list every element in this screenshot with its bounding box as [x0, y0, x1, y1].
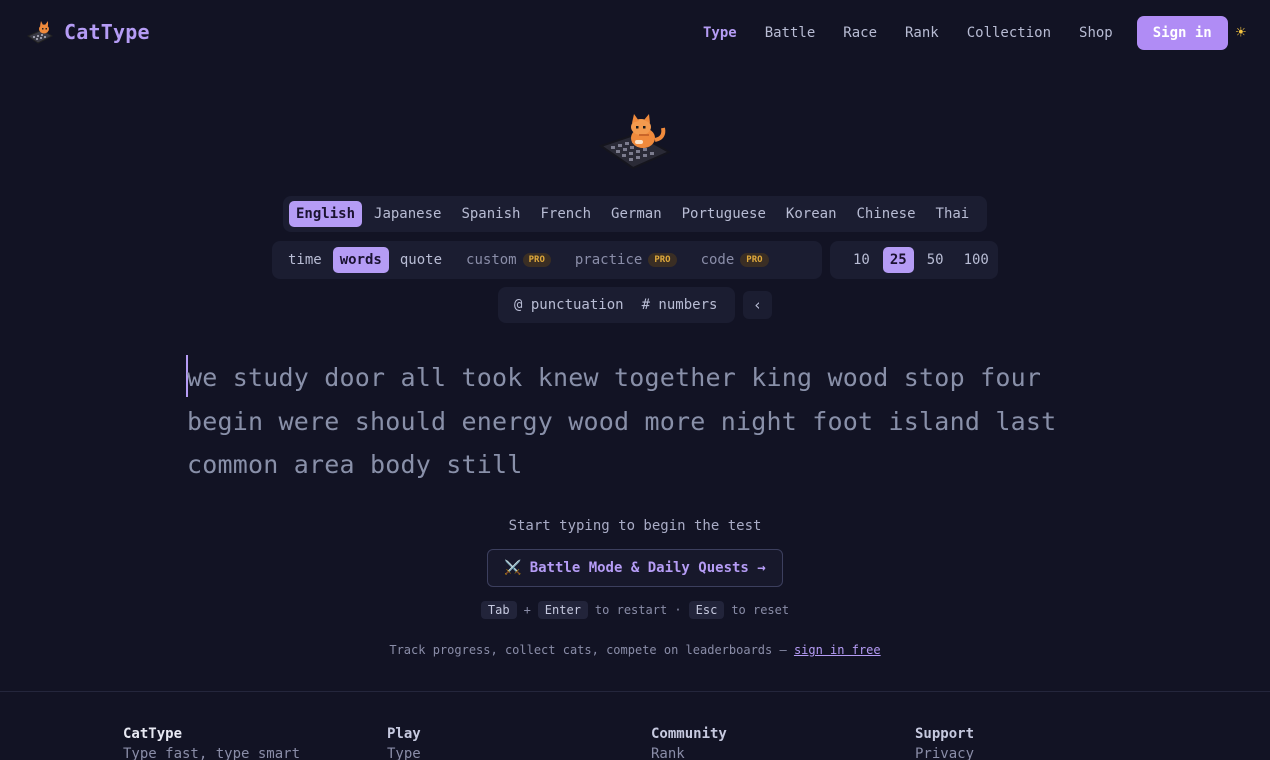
- typing-words[interactable]: we study door all took knew together kin…: [187, 356, 1087, 487]
- reset-text: to reset: [731, 603, 790, 617]
- pro-badge: PRO: [740, 253, 769, 267]
- sun-icon[interactable]: ☀: [1236, 23, 1246, 43]
- sign-in-free-link[interactable]: sign in free: [794, 643, 881, 657]
- lang-spanish[interactable]: Spanish: [454, 201, 527, 227]
- options-bar: @ punctuation # numbers: [498, 287, 735, 323]
- footer-link[interactable]: Type: [387, 746, 421, 760]
- lang-portuguese[interactable]: Portuguese: [675, 201, 773, 227]
- pro-badge: PRO: [648, 253, 677, 267]
- chevron-left-icon: ‹: [752, 296, 763, 314]
- nav-rank[interactable]: Rank: [905, 25, 939, 41]
- lang-english[interactable]: English: [289, 201, 363, 227]
- signup-prompt: Track progress, collect cats, compete on…: [0, 643, 1270, 657]
- crossed-swords-icon: ⚔️: [504, 560, 522, 576]
- collapse-options-button[interactable]: ‹: [743, 291, 772, 319]
- kbd-enter: Enter: [537, 601, 588, 619]
- lang-chinese[interactable]: Chinese: [850, 201, 923, 227]
- pro-badge: PRO: [522, 253, 551, 267]
- footer-link[interactable]: Privacy: [915, 746, 974, 760]
- count-50[interactable]: 50: [920, 247, 951, 273]
- count-25[interactable]: 25: [882, 247, 914, 273]
- lang-thai[interactable]: Thai: [929, 201, 977, 227]
- footer-col-community: Community Rank: [651, 726, 727, 760]
- footer-col-title: Play: [387, 726, 421, 742]
- mode-practice-label: practice: [574, 252, 643, 268]
- footer-col-title: Support: [915, 726, 975, 742]
- nav-race[interactable]: Race: [843, 25, 877, 41]
- lang-japanese[interactable]: Japanese: [367, 201, 448, 227]
- footer-divider: [0, 691, 1270, 692]
- word-count-selector: 10 25 50 100: [830, 241, 998, 279]
- sign-in-button[interactable]: Sign in: [1136, 16, 1228, 50]
- footer-tagline: Type fast, type smart: [123, 746, 301, 760]
- mode-quote[interactable]: quote: [393, 247, 449, 273]
- footer-col-play: Play Type: [387, 726, 421, 760]
- mode-code-label: code: [700, 252, 735, 268]
- nav-collection[interactable]: Collection: [967, 25, 1051, 41]
- lang-french[interactable]: French: [533, 201, 598, 227]
- language-selector: English Japanese Spanish French German P…: [283, 196, 987, 232]
- footer-col-title: Community: [651, 726, 727, 742]
- mode-selector: time words quote custom PRO practice PRO c…: [272, 241, 822, 279]
- main-nav: Type Battle Race Rank Collection Shop Si…: [675, 16, 1246, 50]
- numbers-toggle[interactable]: # numbers: [635, 292, 725, 318]
- battle-mode-label: Battle Mode & Daily Quests →: [529, 560, 766, 576]
- mode-custom[interactable]: custom PRO: [459, 247, 558, 273]
- shortcut-hints: Tab + Enter to restart · Esc to reset: [0, 601, 1270, 619]
- cat-mascot-icon: [599, 114, 671, 170]
- nav-shop[interactable]: Shop: [1079, 25, 1113, 41]
- logo[interactable]: CatType: [26, 18, 150, 46]
- mode-practice[interactable]: practice PRO: [568, 247, 684, 273]
- footer-brand-name: CatType: [123, 726, 183, 742]
- count-100[interactable]: 100: [957, 247, 996, 273]
- mode-code[interactable]: code PRO: [694, 247, 776, 273]
- start-hint: Start typing to begin the test: [508, 518, 762, 534]
- punctuation-toggle[interactable]: @ punctuation: [507, 292, 631, 318]
- kbd-esc: Esc: [688, 601, 725, 619]
- signup-prompt-text: Track progress, collect cats, compete on…: [389, 643, 787, 657]
- footer-brand: CatType Type fast, type smart: [123, 726, 300, 760]
- cat-keyboard-logo-icon: [26, 21, 54, 44]
- battle-mode-button[interactable]: ⚔️ Battle Mode & Daily Quests →: [487, 549, 783, 587]
- lang-german[interactable]: German: [604, 201, 669, 227]
- plus-sign: +: [523, 603, 531, 617]
- nav-type[interactable]: Type: [703, 25, 737, 41]
- mode-time[interactable]: time: [281, 247, 329, 273]
- mode-words[interactable]: words: [332, 247, 389, 273]
- footer-col-support: Support Privacy: [915, 726, 974, 760]
- count-10[interactable]: 10: [846, 247, 877, 273]
- footer-link[interactable]: Rank: [651, 746, 727, 760]
- kbd-tab: Tab: [480, 601, 517, 619]
- nav-battle[interactable]: Battle: [765, 25, 816, 41]
- lang-korean[interactable]: Korean: [779, 201, 844, 227]
- logo-text: CatType: [64, 20, 150, 44]
- mode-custom-label: custom: [466, 252, 517, 268]
- restart-text: to restart ·: [594, 603, 682, 617]
